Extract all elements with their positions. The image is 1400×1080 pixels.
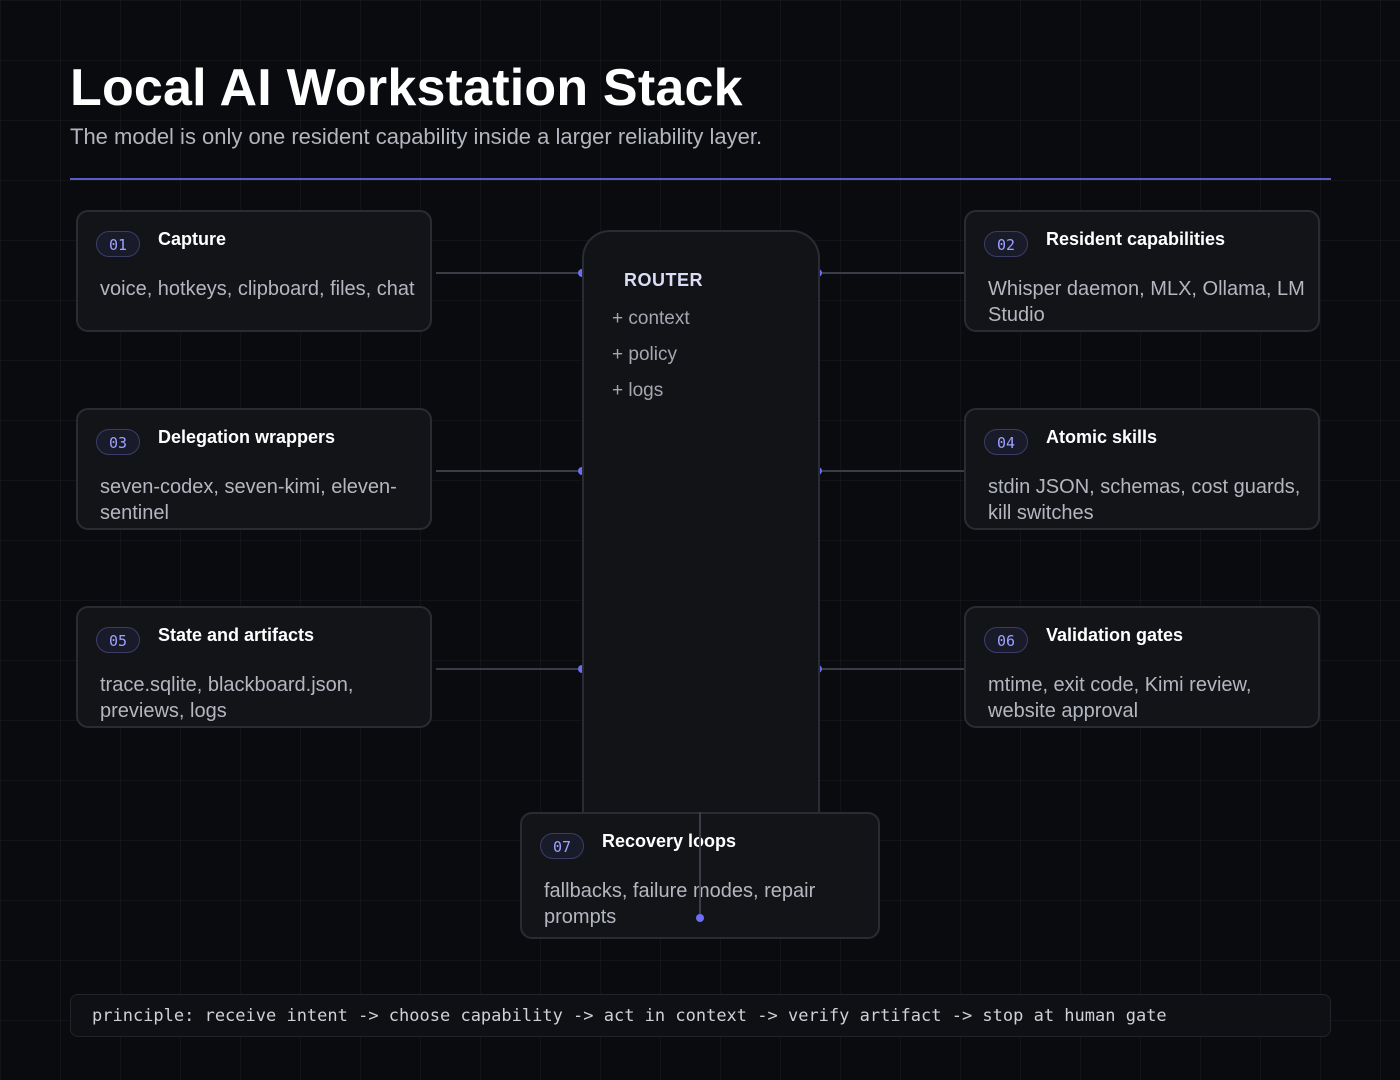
recovery-connector [696, 812, 704, 922]
principle-bar: principle: receive intent -> choose capa… [70, 994, 1331, 1037]
dot-recovery [696, 914, 704, 922]
principle-text: principle: receive intent -> choose capa… [92, 1006, 1167, 1026]
